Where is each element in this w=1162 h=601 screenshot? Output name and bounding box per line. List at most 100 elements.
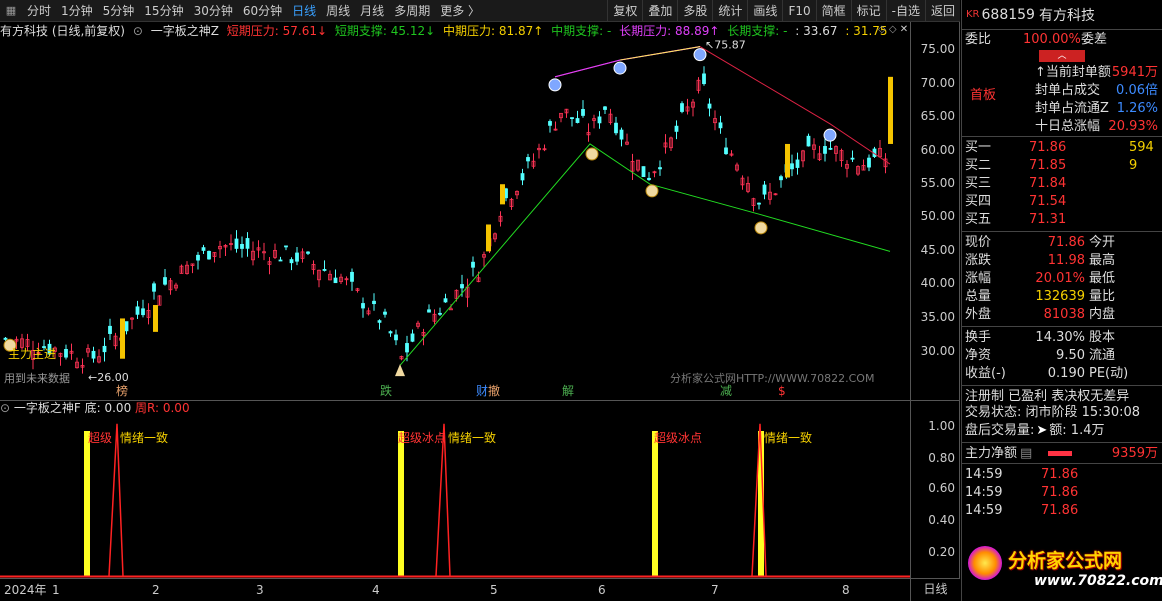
quote-row: 现价 71.86 今开 [962, 234, 1162, 252]
share-stats: 换手 14.30% 股本 净资 9.50 流通 收益(-) 0.190 PE(动) [962, 327, 1162, 383]
toolbar-button-4[interactable]: 画线 [747, 0, 782, 22]
after-hours-amount: 额: 1.4万 [1049, 423, 1105, 438]
logo-text: 分析家公式网 [1008, 550, 1123, 572]
cursor-icon: ➤ [1036, 423, 1048, 438]
period-tab-5[interactable]: 60分钟 [238, 0, 287, 22]
event-marker[interactable]: 跌 [380, 383, 392, 398]
quote-value: 132639 [1035, 289, 1085, 304]
price-tick: 50.00 [920, 209, 955, 223]
signal-label: 情绪一致 [764, 431, 812, 445]
tick-time: 14:59 [965, 467, 1003, 482]
short-pressure: 短期压力: 57.61 [226, 24, 317, 38]
high-price-label: ↖75.87 [705, 40, 746, 52]
stat-row: 换手 14.30% 股本 [962, 329, 1162, 347]
quote-label-2: 最低 [1089, 271, 1116, 286]
candle-body [289, 259, 294, 264]
bid-row[interactable]: 买二 71.85 9 [962, 157, 1162, 175]
mid-support: 中期支撑: - [551, 24, 612, 38]
period-tab-1[interactable]: 1分钟 [56, 0, 98, 22]
seal-row: 封单占成交 0.06倍 [1032, 82, 1162, 100]
toolbar-button-2[interactable]: 多股 [677, 0, 712, 22]
quote-label: 总量 [965, 289, 992, 304]
toolbar-button-1[interactable]: 叠加 [642, 0, 677, 22]
period-tab-2[interactable]: 5分钟 [98, 0, 140, 22]
period-tab-4[interactable]: 30分钟 [189, 0, 238, 22]
candle-body [570, 117, 574, 119]
month-label: 7 [711, 583, 719, 597]
period-tab-9[interactable]: 多周期 [389, 0, 435, 22]
period-label[interactable]: 日线 [910, 579, 960, 601]
bid-price: 71.31 [1029, 212, 1067, 227]
limit-up-bar [486, 224, 491, 252]
stat-label: 收益(-) [965, 366, 1006, 381]
candle-body [658, 167, 662, 170]
bid-row[interactable]: 买五 71.31 [962, 211, 1162, 229]
toolbar-button-8[interactable]: -自选 [885, 0, 925, 22]
event-marker[interactable]: 减 [720, 384, 732, 398]
candlestick-chart[interactable]: ↖75.87 ←26.00 主力主进用到未来数据 分析家公式网HTTP://WWW.7… [0, 40, 910, 400]
toolbar-button-9[interactable]: 返回 [924, 0, 960, 22]
bid-row[interactable]: 买四 71.54 [962, 193, 1162, 211]
quote-row: 外盘 81038 内盘 [962, 306, 1162, 324]
period-tab-8[interactable]: 月线 [355, 0, 389, 22]
bid-row[interactable]: 买三 71.84 [962, 175, 1162, 193]
event-marker[interactable]: $ [778, 384, 786, 398]
candle-body [91, 350, 96, 359]
period-tab-10[interactable]: 更多 〉 [435, 0, 485, 22]
toolbar-button-6[interactable]: 简框 [815, 0, 851, 22]
settings-icon[interactable]: ⊙ [133, 24, 143, 38]
bid-label: 买五 [965, 212, 992, 227]
limit-up-bar [120, 318, 125, 359]
toolbar-button-5[interactable]: F10 [782, 0, 815, 22]
stock-title: 有方科技 (日线,前复权) [0, 24, 125, 38]
price-tick: 30.00 [920, 344, 955, 358]
candle-body [680, 103, 684, 112]
event-marker[interactable]: 榜 [116, 383, 128, 398]
main-force-label: 主力主进 [8, 347, 56, 361]
month-label: 5 [490, 583, 498, 597]
candle-body [438, 312, 442, 315]
candle-body [762, 184, 767, 195]
bid-row[interactable]: 买一 71.86 594 [962, 139, 1162, 157]
toolbar-button-0[interactable]: 复权 [607, 0, 642, 22]
bid-label: 买四 [965, 194, 992, 209]
quote-row: 涨跌 11.98 最高 [962, 252, 1162, 270]
candle-body [350, 271, 354, 282]
sub-axis: 1.00 0.80 0.60 0.40 0.20 [910, 400, 960, 578]
candle-body [427, 309, 431, 313]
sub-indicator-name[interactable]: 一字板之神F [14, 401, 81, 415]
grid-menu-icon[interactable]: ▦ [0, 0, 22, 22]
quote-row: 涨幅 20.01% 最低 [962, 270, 1162, 288]
candle-body [795, 159, 800, 168]
sub-indicator-chart[interactable]: 超级 情绪一致 超级冰点 情绪一致 超级冰点 情绪一致 [0, 416, 910, 578]
month-label: 8 [842, 583, 850, 597]
sub-tick: 0.80 [928, 451, 955, 465]
quote-label: 涨幅 [965, 271, 992, 286]
indicator-name[interactable]: 一字板之神Z [151, 24, 219, 38]
candle-body [361, 303, 365, 309]
price-tick: 60.00 [920, 143, 955, 157]
tick-time: 14:59 [965, 485, 1003, 500]
price-tick: 55.00 [920, 176, 955, 190]
signal-label: 超级冰点 [398, 430, 446, 445]
candle-body [548, 121, 552, 126]
collapse-button[interactable]: ︿ [1039, 50, 1085, 62]
sub-settings-icon[interactable]: ⊙ [0, 401, 10, 415]
sad-face-marker [613, 61, 627, 75]
period-tab-3[interactable]: 15分钟 [139, 0, 188, 22]
toolbar-button-7[interactable]: 标记 [850, 0, 886, 22]
event-marker[interactable]: 解 [562, 384, 574, 398]
stat-value: 14.30% [1035, 330, 1085, 345]
doc-icon[interactable]: ▤ [1020, 445, 1032, 461]
month-label: 2 [152, 583, 160, 597]
watermark: 分析家公式网HTTP://WWW.70822.COM [670, 371, 874, 385]
candle-body [614, 122, 618, 134]
event-marker[interactable]: 撤 [488, 383, 500, 398]
toolbar-button-3[interactable]: 统计 [712, 0, 747, 22]
period-tab-7[interactable]: 周线 [321, 0, 355, 22]
period-tab-0[interactable]: 分时 [22, 0, 56, 22]
event-marker[interactable]: 财 [476, 384, 488, 398]
candle-body [619, 129, 624, 140]
stat-label-2: 股本 [1089, 330, 1116, 345]
period-tab-6[interactable]: 日线 [287, 0, 321, 22]
